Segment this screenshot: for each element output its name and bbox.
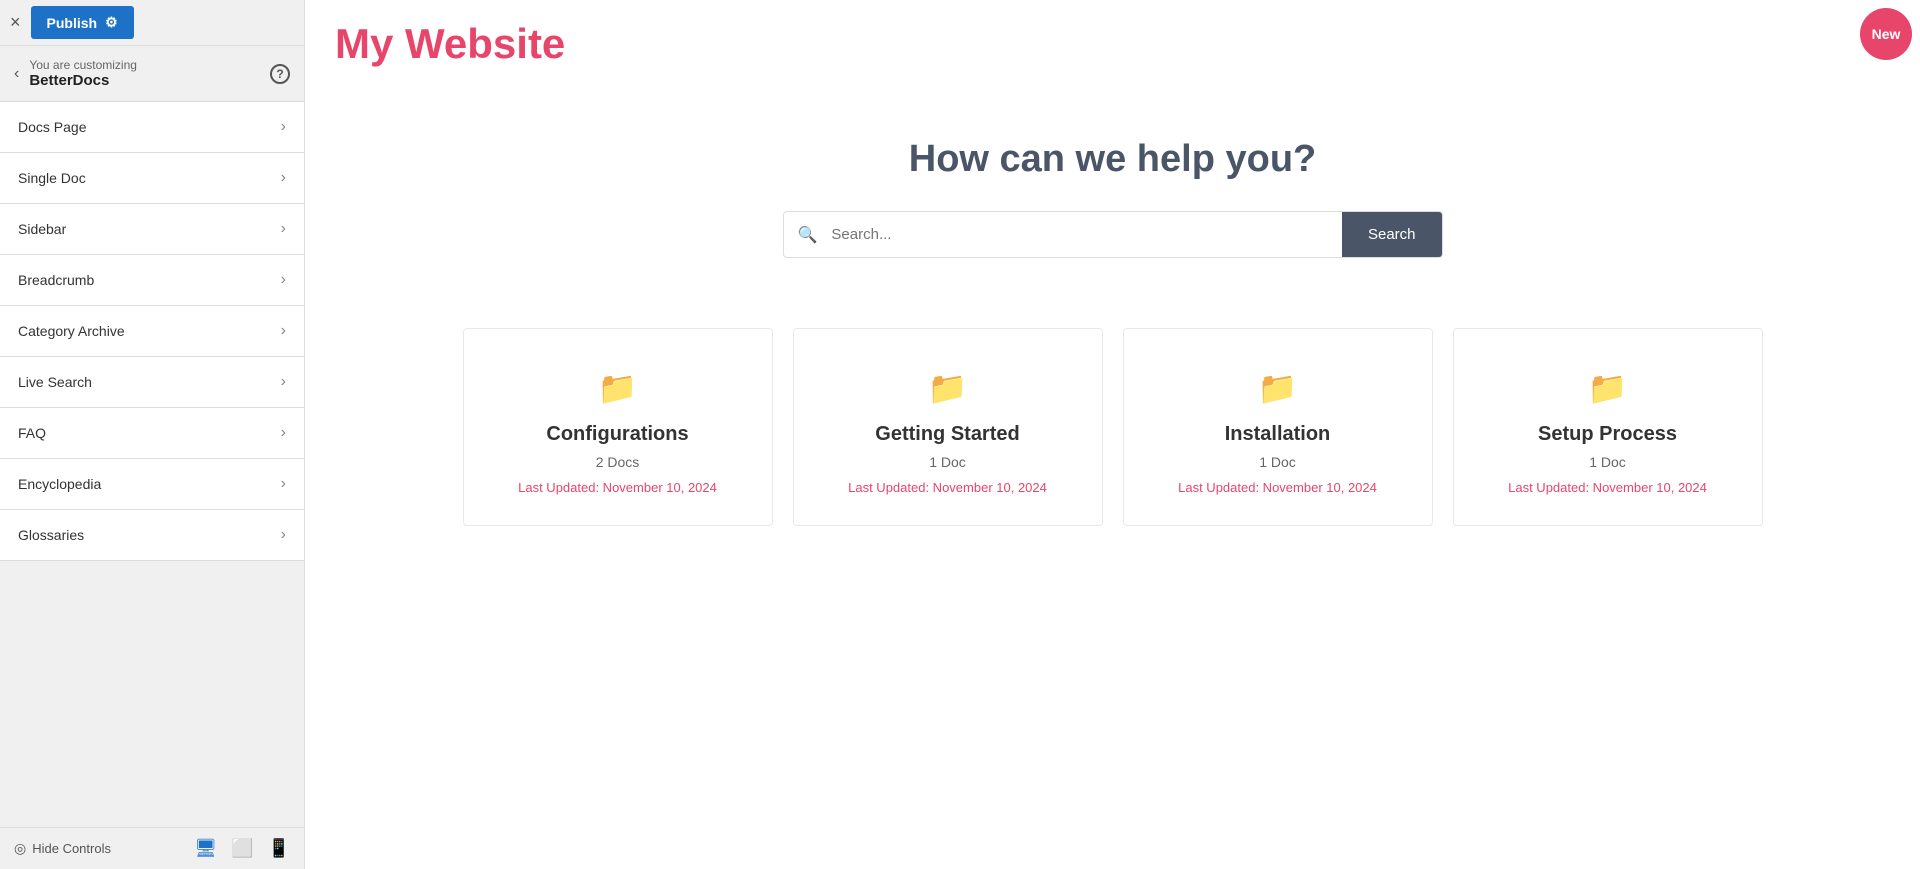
- doc-card-count: 1 Doc: [1154, 454, 1402, 470]
- doc-card-count: 1 Doc: [1484, 454, 1732, 470]
- folder-icon: 📁: [1154, 369, 1402, 407]
- close-icon[interactable]: ×: [10, 12, 21, 33]
- sidebar-item-faq[interactable]: FAQ ›: [0, 408, 304, 459]
- doc-card[interactable]: 📁 Configurations 2 Docs Last Updated: No…: [463, 328, 773, 526]
- site-header: My Website: [305, 0, 1920, 88]
- sidebar-item-encyclopedia[interactable]: Encyclopedia ›: [0, 459, 304, 510]
- hero-section: How can we help you? 🔍 Search: [305, 88, 1920, 298]
- mobile-view-icon[interactable]: 📱: [268, 838, 290, 859]
- doc-card-updated: Last Updated: November 10, 2024: [494, 480, 742, 495]
- back-icon[interactable]: ‹: [14, 65, 19, 83]
- hide-controls-label: Hide Controls: [32, 841, 111, 856]
- doc-card-title: Installation: [1154, 423, 1402, 446]
- chevron-right-icon: ›: [281, 322, 286, 340]
- search-input[interactable]: [831, 212, 1342, 257]
- sidebar-item-label: Glossaries: [18, 527, 84, 543]
- chevron-right-icon: ›: [281, 118, 286, 136]
- doc-card-updated: Last Updated: November 10, 2024: [1154, 480, 1402, 495]
- doc-card-count: 1 Doc: [824, 454, 1072, 470]
- new-badge[interactable]: New: [1860, 8, 1912, 60]
- customizing-name: BetterDocs: [29, 72, 137, 89]
- sidebar-item-single-doc[interactable]: Single Doc ›: [0, 153, 304, 204]
- sidebar-footer: ◎ Hide Controls 🖥 ⬜ 📱: [0, 827, 304, 869]
- sidebar-item-label: Breadcrumb: [18, 272, 94, 288]
- gear-icon: ⚙: [105, 14, 118, 31]
- doc-card-count: 2 Docs: [494, 454, 742, 470]
- folder-icon: 📁: [494, 369, 742, 407]
- sidebar-item-category-archive[interactable]: Category Archive ›: [0, 306, 304, 357]
- sidebar-item-label: Sidebar: [18, 221, 66, 237]
- sidebar-item-sidebar[interactable]: Sidebar ›: [0, 204, 304, 255]
- customizing-label: You are customizing: [29, 58, 137, 72]
- chevron-right-icon: ›: [281, 169, 286, 187]
- site-title: My Website: [335, 20, 1890, 68]
- sidebar-item-label: Single Doc: [18, 170, 86, 186]
- sidebar-item-label: FAQ: [18, 425, 46, 441]
- sidebar-item-glossaries[interactable]: Glossaries ›: [0, 510, 304, 561]
- sidebar-item-label: Encyclopedia: [18, 476, 101, 492]
- desktop-view-icon[interactable]: 🖥: [194, 838, 217, 859]
- sidebar-item-breadcrumb[interactable]: Breadcrumb ›: [0, 255, 304, 306]
- doc-card-updated: Last Updated: November 10, 2024: [824, 480, 1072, 495]
- chevron-right-icon: ›: [281, 220, 286, 238]
- folder-icon: 📁: [824, 369, 1072, 407]
- doc-card[interactable]: 📁 Setup Process 1 Doc Last Updated: Nove…: [1453, 328, 1763, 526]
- doc-card-title: Configurations: [494, 423, 742, 446]
- sidebar-item-label: Category Archive: [18, 323, 125, 339]
- chevron-right-icon: ›: [281, 373, 286, 391]
- main-content: My Website How can we help you? 🔍 Search…: [305, 0, 1920, 869]
- publish-button[interactable]: Publish ⚙: [31, 6, 134, 39]
- doc-card[interactable]: 📁 Installation 1 Doc Last Updated: Novem…: [1123, 328, 1433, 526]
- sidebar-item-live-search[interactable]: Live Search ›: [0, 357, 304, 408]
- doc-card[interactable]: 📁 Getting Started 1 Doc Last Updated: No…: [793, 328, 1103, 526]
- doc-card-updated: Last Updated: November 10, 2024: [1484, 480, 1732, 495]
- sidebar-nav: Docs Page › Single Doc › Sidebar › Breadcrumb ›…: [0, 102, 304, 827]
- tablet-view-icon[interactable]: ⬜: [231, 838, 253, 859]
- publish-label: Publish: [47, 15, 98, 31]
- folder-icon: 📁: [1484, 369, 1732, 407]
- hide-controls-button[interactable]: ◎ Hide Controls: [14, 840, 111, 857]
- sidebar-item-label: Live Search: [18, 374, 92, 390]
- doc-card-title: Getting Started: [824, 423, 1072, 446]
- help-icon[interactable]: ?: [270, 64, 290, 84]
- chevron-right-icon: ›: [281, 271, 286, 289]
- sidebar-top-bar: × Publish ⚙: [0, 0, 304, 46]
- sidebar-item-docs-page[interactable]: Docs Page ›: [0, 102, 304, 153]
- search-icon: 🔍: [784, 225, 832, 245]
- view-controls: 🖥 ⬜ 📱: [194, 838, 290, 859]
- search-button[interactable]: Search: [1342, 212, 1442, 257]
- cards-section: 📁 Configurations 2 Docs Last Updated: No…: [305, 298, 1920, 556]
- chevron-right-icon: ›: [281, 424, 286, 442]
- hero-title: How can we help you?: [325, 138, 1900, 181]
- chevron-right-icon: ›: [281, 526, 286, 544]
- customizing-block: You are customizing BetterDocs: [29, 58, 137, 89]
- eye-icon: ◎: [14, 840, 26, 857]
- chevron-right-icon: ›: [281, 475, 286, 493]
- sidebar: × Publish ⚙ ‹ You are customizing Better…: [0, 0, 305, 869]
- sidebar-item-label: Docs Page: [18, 119, 86, 135]
- doc-card-title: Setup Process: [1484, 423, 1732, 446]
- search-bar: 🔍 Search: [783, 211, 1443, 258]
- sidebar-header: ‹ You are customizing BetterDocs ?: [0, 46, 304, 102]
